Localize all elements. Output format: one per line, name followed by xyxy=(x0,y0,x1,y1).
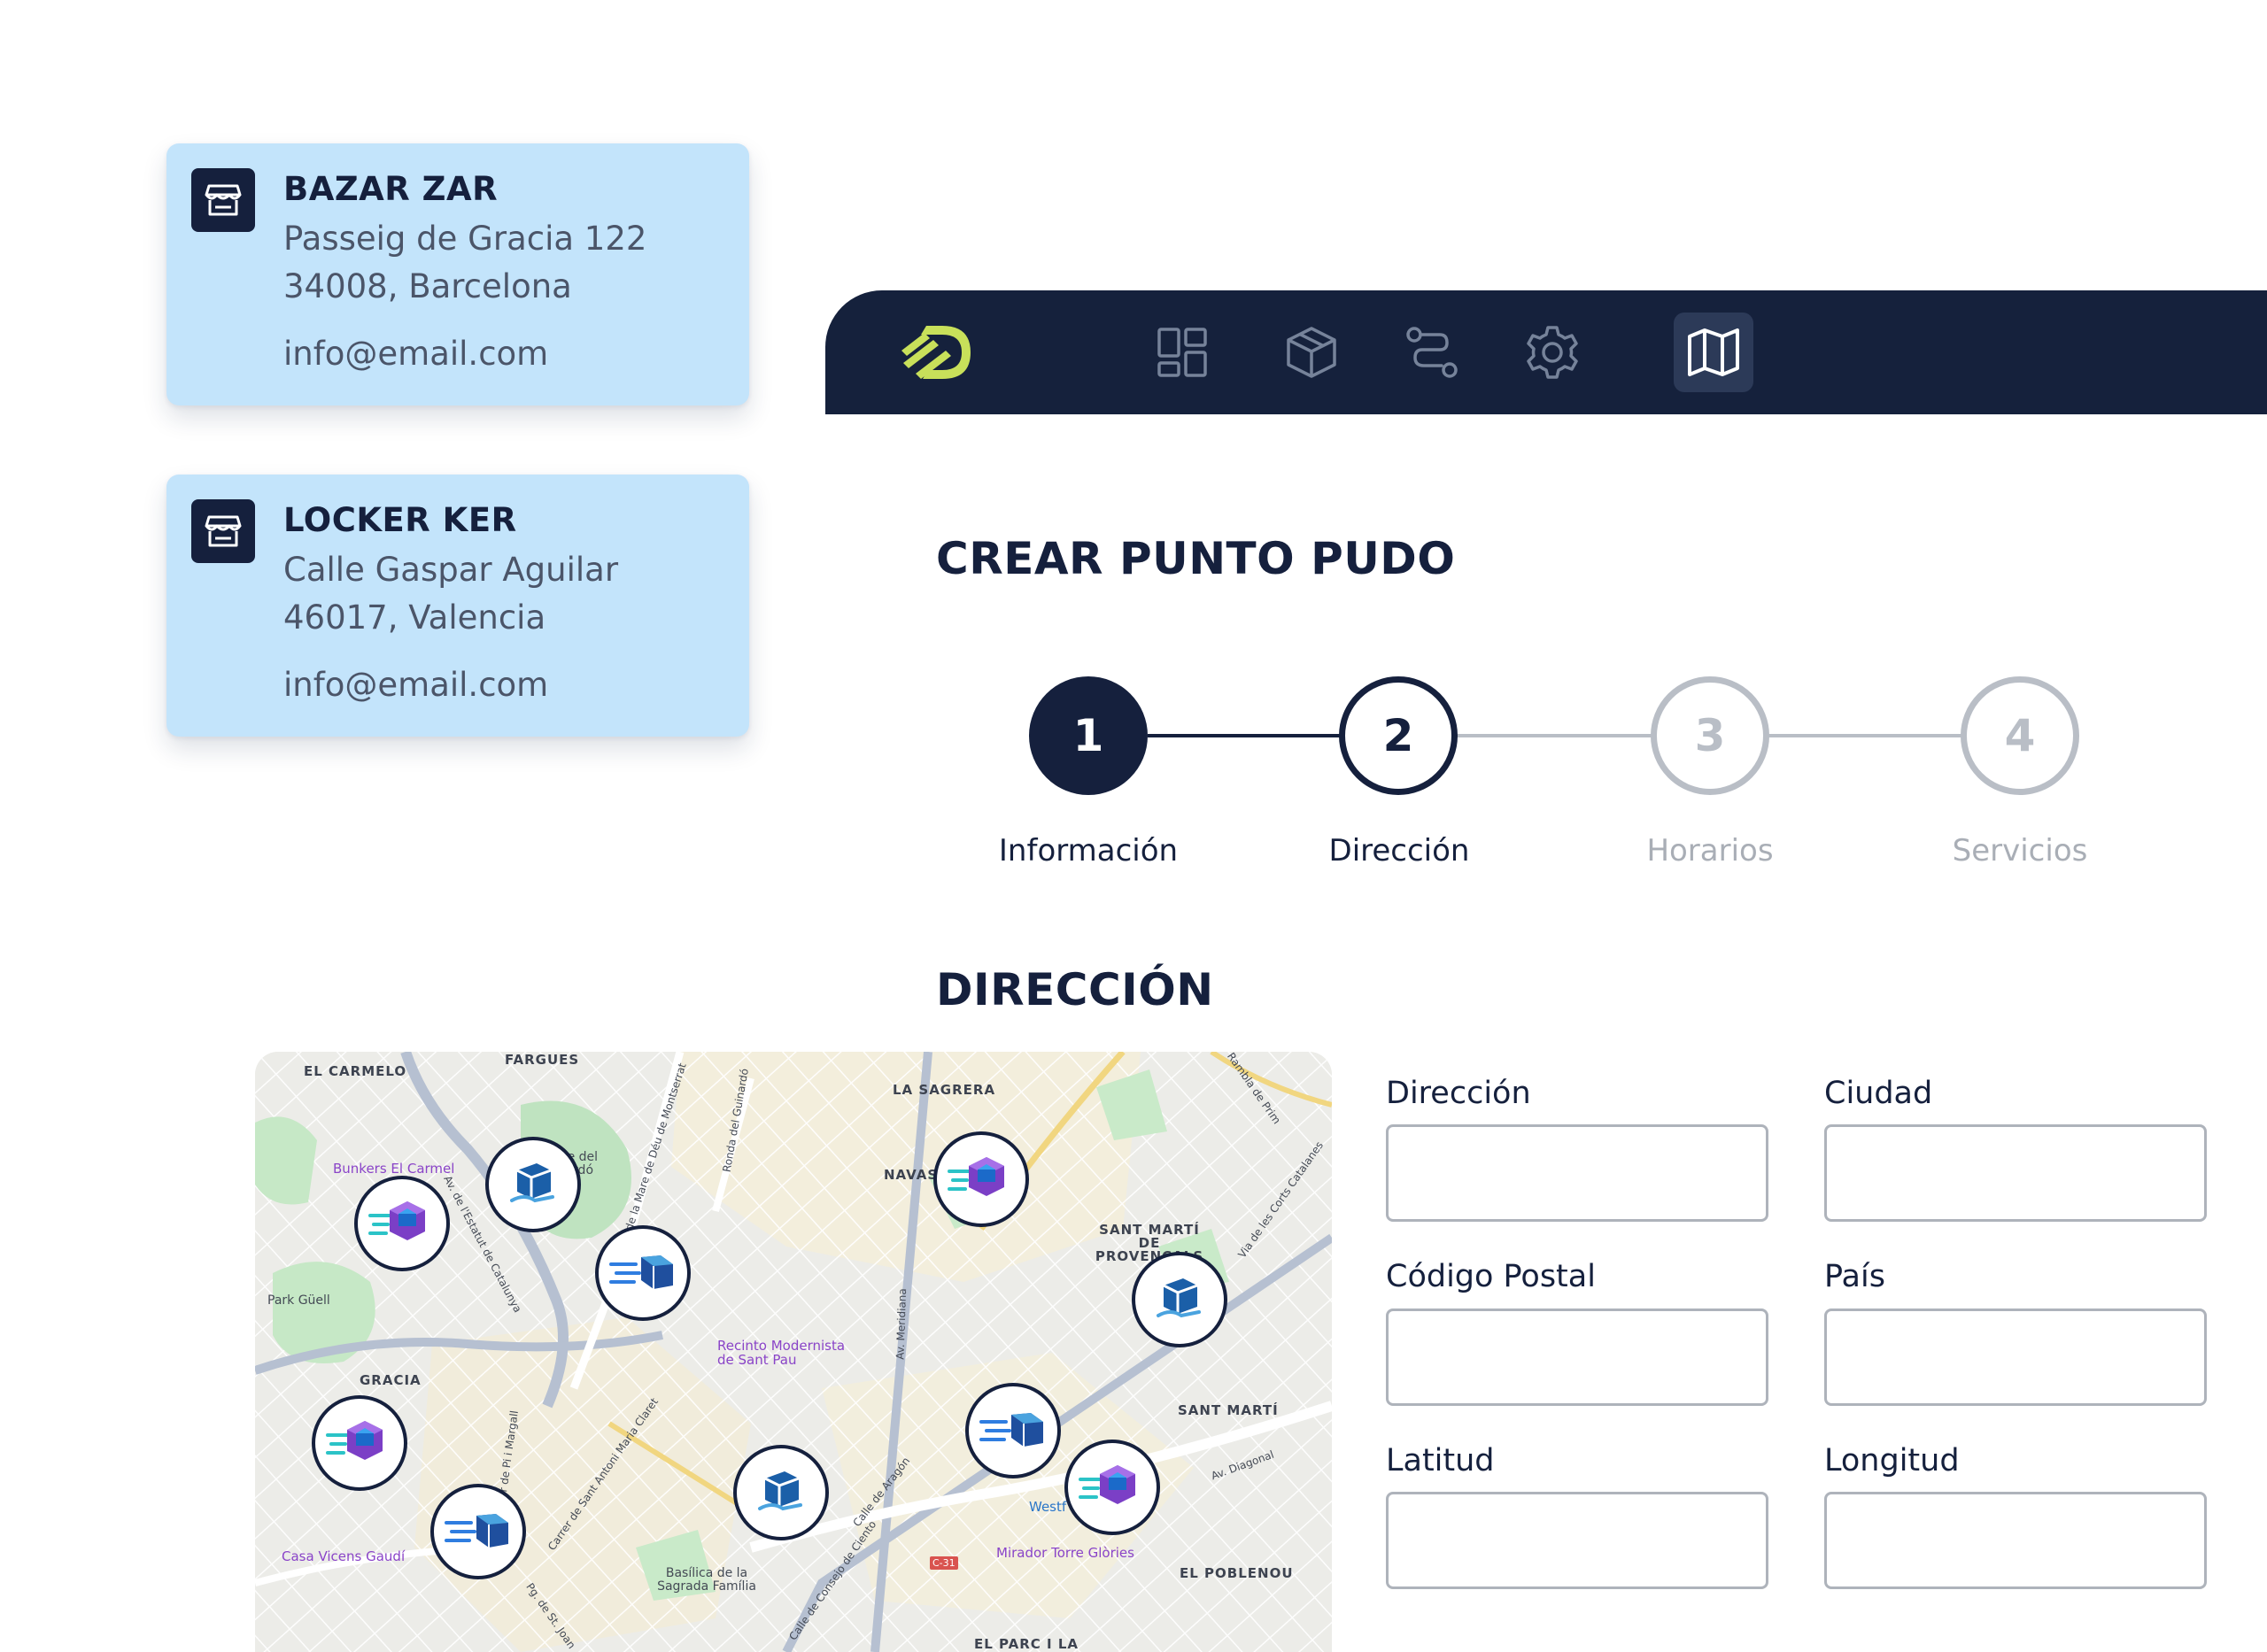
map-marker[interactable] xyxy=(965,1383,1061,1478)
step-2-label: Dirección xyxy=(1328,833,1470,868)
location-email: info@email.com xyxy=(283,335,549,373)
longitud-label: Longitud xyxy=(1824,1443,1960,1478)
map-poi-label: Westf xyxy=(1029,1499,1067,1515)
pais-input[interactable] xyxy=(1824,1308,2207,1406)
map-marker[interactable] xyxy=(595,1225,691,1321)
map-road-badge: C-31 xyxy=(930,1556,958,1570)
ciudad-label: Ciudad xyxy=(1824,1076,1933,1111)
map-marker[interactable] xyxy=(733,1445,829,1540)
step-4-label: Servicios xyxy=(1952,833,2088,868)
settings-icon[interactable] xyxy=(1513,313,1592,392)
section-title: DIRECCIÓN xyxy=(936,964,1214,1015)
map-area-label: SANT MARTÍ xyxy=(1178,1402,1279,1418)
map-poi-label: Park Güell xyxy=(267,1293,330,1308)
map-marker[interactable] xyxy=(933,1131,1029,1227)
direccion-label: Dirección xyxy=(1386,1076,1531,1111)
map-poi-label: Basílica de la Sagrada Família xyxy=(657,1566,756,1594)
map-area-label: NAVAS xyxy=(884,1167,939,1183)
location-name: BAZAR ZAR xyxy=(283,170,499,208)
location-city: 46017, Valencia xyxy=(283,598,546,637)
location-email: info@email.com xyxy=(283,666,549,704)
route-icon[interactable] xyxy=(1392,313,1472,392)
map-area-label: FARGUES xyxy=(505,1052,580,1068)
map-marker[interactable] xyxy=(354,1176,450,1271)
step-1-circle[interactable]: 1 xyxy=(1029,676,1148,795)
map-area-label: EL PARC I LA xyxy=(974,1636,1079,1652)
latitud-label: Latitud xyxy=(1386,1443,1495,1478)
map-marker[interactable] xyxy=(430,1484,526,1579)
map-area-label: LA SAGRERA xyxy=(893,1082,996,1098)
map-area-label: EL POBLENOU xyxy=(1180,1565,1294,1581)
step-connector xyxy=(1148,734,1341,737)
map-marker[interactable] xyxy=(485,1137,581,1232)
map-marker[interactable] xyxy=(1132,1252,1227,1347)
page-title: CREAR PUNTO PUDO xyxy=(936,533,1456,584)
location-card-locker-ker[interactable]: LOCKER KER Calle Gaspar Aguilar 46017, V… xyxy=(166,475,749,737)
step-1-label: Información xyxy=(998,833,1179,868)
location-city: 34008, Barcelona xyxy=(283,267,572,305)
top-navigation-bar xyxy=(825,290,2267,414)
step-connector xyxy=(1768,734,1964,737)
step-3-circle[interactable]: 3 xyxy=(1651,676,1769,795)
location-card-bazar-zar[interactable]: BAZAR ZAR Passeig de Gracia 122 34008, B… xyxy=(166,143,749,405)
store-icon xyxy=(191,168,255,232)
location-name: LOCKER KER xyxy=(283,501,517,539)
map-area-label: GRACIA xyxy=(360,1372,422,1388)
direccion-input[interactable] xyxy=(1386,1124,1768,1222)
step-2-circle[interactable]: 2 xyxy=(1339,676,1458,795)
map-street-label: Av. Meridiana xyxy=(894,1287,909,1360)
map-area-label: EL CARMELO xyxy=(304,1063,407,1079)
map-poi-label: Recinto Modernista de Sant Pau xyxy=(717,1338,846,1368)
map-marker[interactable] xyxy=(312,1395,407,1491)
longitud-input[interactable] xyxy=(1824,1492,2207,1589)
ciudad-input[interactable] xyxy=(1824,1124,2207,1222)
pais-label: País xyxy=(1824,1259,1885,1294)
map-poi-label: Casa Vicens Gaudí xyxy=(282,1548,406,1564)
store-icon xyxy=(191,499,255,563)
package-icon[interactable] xyxy=(1272,313,1351,392)
location-street: Passeig de Gracia 122 xyxy=(283,220,647,258)
location-street: Calle Gaspar Aguilar xyxy=(283,551,619,589)
map-icon[interactable] xyxy=(1674,313,1753,392)
step-connector xyxy=(1456,734,1652,737)
codigo-postal-input[interactable] xyxy=(1386,1308,1768,1406)
map-poi-label: Mirador Torre Glòries xyxy=(996,1545,1134,1561)
dashboard-icon[interactable] xyxy=(1142,313,1222,392)
step-4-circle[interactable]: 4 xyxy=(1961,676,2079,795)
step-3-label: Horarios xyxy=(1646,833,1774,868)
map-view[interactable]: EL CARMELO FARGUES LA SAGRERA NAVAS SANT… xyxy=(255,1052,1332,1652)
map-marker[interactable] xyxy=(1064,1440,1160,1535)
map-poi-label: Bunkers El Carmel xyxy=(333,1161,455,1177)
codigo-postal-label: Código Postal xyxy=(1386,1259,1596,1294)
latitud-input[interactable] xyxy=(1386,1492,1768,1589)
logo-icon[interactable] xyxy=(898,320,974,384)
